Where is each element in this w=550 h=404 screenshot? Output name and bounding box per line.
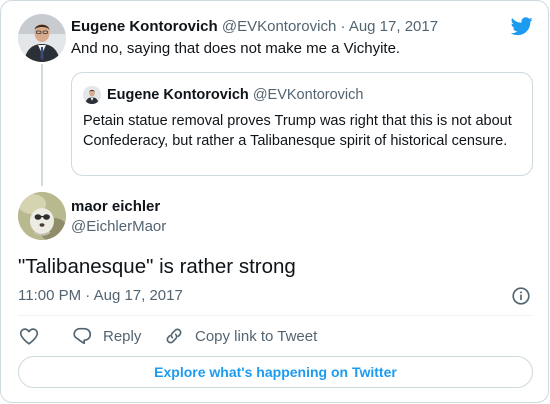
copy-link-label: Copy link to Tweet — [195, 327, 318, 345]
reply-button[interactable]: Reply — [71, 324, 141, 348]
quoted-tweet-text: Petain statue removal proves Trump was r… — [83, 113, 512, 149]
parent-tweet-header: Eugene Kontorovich @EVKontorovich · Aug … — [71, 17, 438, 37]
explore-twitter-button[interactable]: Explore what's happening on Twitter — [18, 356, 533, 388]
info-icon[interactable] — [510, 285, 532, 307]
parent-tweet-date[interactable]: Aug 17, 2017 — [349, 18, 438, 35]
reply-bubble-icon — [73, 327, 92, 345]
heart-icon — [19, 328, 39, 345]
parent-tweet-text: And no, saying that does not make me a V… — [71, 40, 401, 57]
header-separator: · — [340, 18, 346, 35]
explore-label: Explore what's happening on Twitter — [154, 364, 397, 380]
quoted-author-name: Eugene Kontorovich — [107, 87, 249, 103]
tweet-timestamp[interactable]: 11:00 PM · Aug 17, 2017 — [18, 286, 183, 306]
eugene-avatar[interactable] — [18, 14, 66, 62]
thread-connector-line — [41, 64, 43, 186]
link-icon — [166, 328, 182, 344]
main-author-handle[interactable]: @EichlerMaor — [71, 217, 166, 237]
main-author-name[interactable]: maor eichler — [71, 197, 160, 217]
reply-label: Reply — [103, 327, 142, 345]
tweet-embed-card: Eugene Kontorovich @EVKontorovich · Aug … — [0, 0, 549, 403]
quoted-author-avatar — [83, 86, 101, 104]
action-divider — [18, 315, 533, 316]
twitter-bird-icon[interactable] — [511, 15, 533, 37]
quoted-tweet-header: Eugene Kontorovich @EVKontorovich — [107, 86, 363, 104]
like-button[interactable] — [18, 324, 40, 348]
quoted-author-handle: @EVKontorovich — [252, 87, 364, 103]
main-tweet-text: "Talibanesque" is rather strong — [18, 255, 296, 278]
parent-author-name[interactable]: Eugene Kontorovich — [71, 18, 218, 35]
maor-avatar[interactable] — [18, 192, 66, 240]
parent-author-handle[interactable]: @EVKontorovich — [222, 18, 336, 35]
copy-link-button[interactable]: Copy link to Tweet — [163, 324, 317, 348]
quoted-tweet[interactable]: Eugene Kontorovich @EVKontorovich Petain… — [71, 72, 533, 176]
